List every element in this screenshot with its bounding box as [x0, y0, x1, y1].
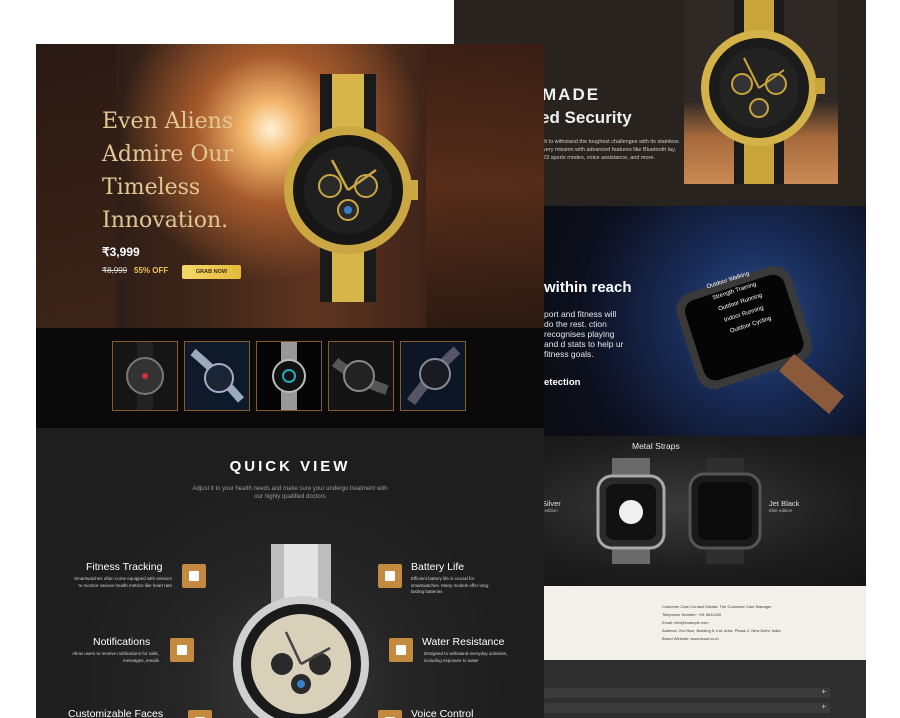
grab-now-button[interactable]: GRAB NOW [182, 265, 241, 279]
reach-description: port and fitness will do the rest. ction… [544, 309, 624, 359]
hero-watch-image [284, 74, 418, 302]
info-line: Email: info@example.com [662, 620, 709, 625]
plus-icon: + [821, 702, 826, 711]
feature-desc-notifications: Allow users to receive notifications for… [72, 651, 159, 663]
feature-title-water: Water Resistance [422, 636, 505, 648]
original-price: ₹8,999 [102, 266, 128, 275]
info-line: Customer Care Contact Details: The Custo… [662, 604, 772, 609]
thumbnail-watch-5[interactable] [400, 341, 466, 411]
feature-desc-fitness: Smartwatches often come equipped with se… [73, 576, 172, 588]
thumbnail-watch-2[interactable] [184, 341, 250, 411]
metal-strap-watches-image [596, 458, 762, 564]
faq-accordion[interactable]: + [544, 687, 830, 698]
faces-feature-icon [188, 710, 212, 718]
battery-feature-icon [378, 564, 402, 588]
hero-headline-line: Timeless [102, 175, 201, 200]
hero-headline-line: Admire Our [102, 142, 234, 167]
current-price: ₹3,999 [102, 245, 140, 259]
brand-word: MADE [542, 85, 601, 104]
reach-title: within reach [544, 279, 632, 296]
thumbnail-watch-3[interactable] [256, 341, 322, 411]
quick-view-title: QUICK VIEW [229, 458, 351, 475]
info-line: Telephone Number: +91 9811400 [662, 612, 722, 617]
security-description: uilt to withstand the toughest challenge… [540, 139, 679, 161]
feature-desc-water: Designed to withstand everyday activitie… [424, 651, 508, 663]
silver-sub: t edition [542, 508, 558, 513]
feature-desc-battery: Efficient battery life is crucial for sm… [411, 576, 490, 594]
smartwatch-screen-image [676, 266, 844, 414]
jet-black-label: Jet Black [769, 499, 800, 508]
feature-title-faces: Customizable Faces [68, 708, 164, 718]
screen-item-list: Outdoor Walking Strength Training Outdoo… [704, 266, 824, 335]
security-title: ed Security [540, 108, 632, 127]
hero-banner: Even Aliens Admire Our Timeless Innovati… [36, 44, 544, 328]
voice-feature-icon [378, 710, 402, 718]
hero-headline-line: Innovation. [102, 208, 229, 233]
notifications-feature-icon [170, 638, 194, 662]
info-line: Brand Website: www.fossil.co.in [662, 636, 719, 641]
thumbnail-watch-1[interactable] [112, 341, 178, 411]
jet-black-sub: Elite edition [769, 508, 793, 513]
silver-label: Silver [542, 499, 561, 508]
feature-title-fitness: Fitness Tracking [86, 561, 163, 573]
water-resistance-feature-icon [389, 638, 413, 662]
thumbnail-watch-4[interactable] [328, 341, 394, 411]
metal-straps-title: Metal Straps [632, 441, 680, 451]
product-page-front-panel: Even Aliens Admire Our Timeless Innovati… [36, 44, 544, 718]
detection-label: etection [544, 377, 581, 388]
quick-view-subtitle: Adjust it to your health needs and make … [192, 486, 388, 500]
plus-icon: + [821, 687, 826, 696]
info-line: Address: 2nd floor, Building 5, Ind. Are… [662, 628, 781, 633]
quick-view-watch-image [233, 544, 369, 718]
security-watch-image [684, 0, 838, 184]
faq-accordion[interactable]: + [544, 702, 830, 713]
feature-title-voice: Voice Control [411, 708, 474, 718]
feature-title-battery: Battery Life [411, 561, 465, 573]
hero-headline-line: Even Aliens [102, 109, 234, 134]
feature-title-notifications: Notifications [93, 636, 151, 648]
discount-badge: 55% OFF [134, 266, 169, 275]
fitness-feature-icon [182, 564, 206, 588]
